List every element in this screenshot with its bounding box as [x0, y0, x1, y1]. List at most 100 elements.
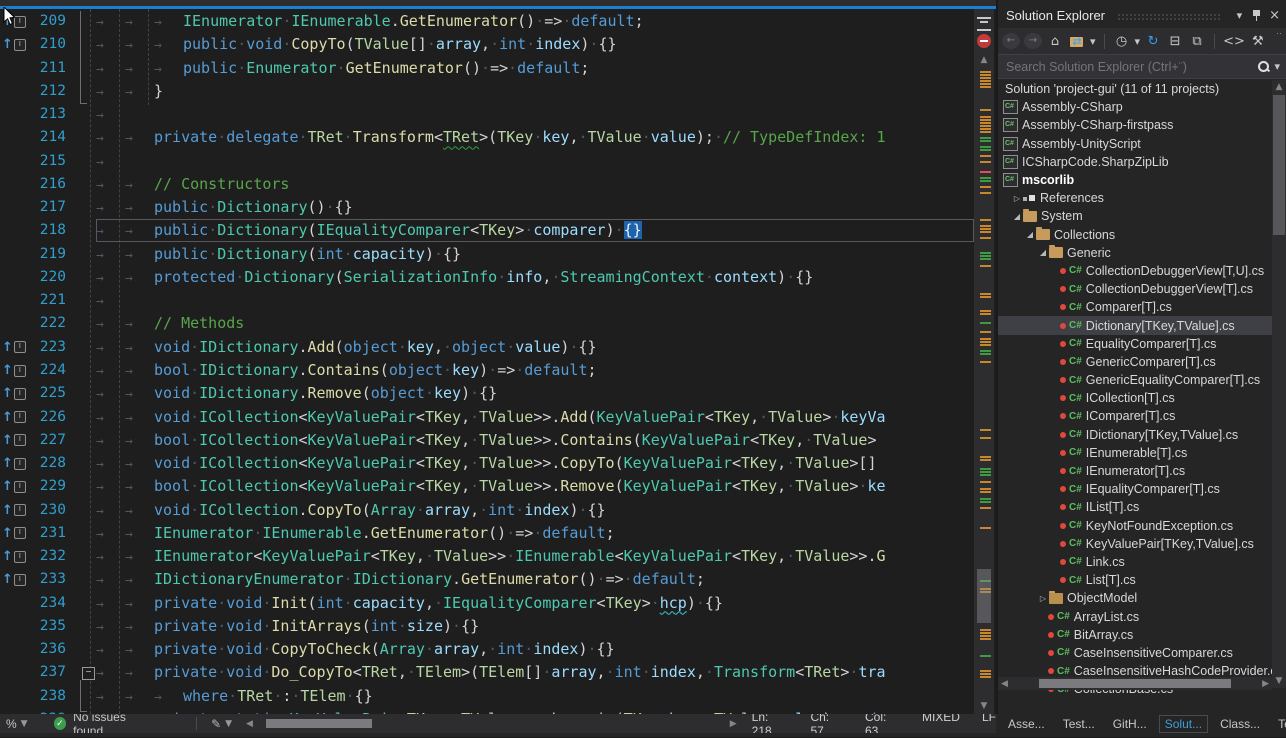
scroll-right-arrow-icon[interactable]: ▶ [730, 719, 737, 729]
panel-tab-solut[interactable]: Solut... [1159, 715, 1208, 733]
collapse-arrow-icon[interactable]: ◢ [1037, 248, 1049, 257]
code-line-216[interactable]: 216→→// Constructors [0, 173, 996, 196]
code-line-214[interactable]: 214→→private·delegate·TRet·Transform<TRe… [0, 126, 996, 149]
scrollbar-track[interactable] [1011, 678, 1259, 689]
window-position-dropdown-icon[interactable]: ▾ [1237, 9, 1243, 22]
code-line-233[interactable]: ↑I233→→IDictionaryEnumerator·IDictionary… [0, 568, 996, 591]
code-line-211[interactable]: 211→→→public·Enumerator·GetEnumerator()·… [0, 57, 996, 80]
tree-item-system[interactable]: ◢System [998, 207, 1272, 225]
code-line-218[interactable]: 218→→public·Dictionary(IEqualityComparer… [0, 219, 996, 242]
pin-icon[interactable] [1252, 9, 1261, 22]
code-line-224[interactable]: ↑I224→→bool·IDictionary.Contains(object·… [0, 359, 996, 382]
scrollbar-thumb[interactable] [1273, 95, 1285, 235]
implements-glyph-icon[interactable]: ↑I [0, 429, 28, 452]
tree-item-collections[interactable]: ◢Collections [998, 226, 1272, 244]
scroll-left-arrow-icon[interactable]: ◀ [246, 719, 253, 729]
tree-item-assembly-unityscript[interactable]: Assembly-UnityScript [998, 135, 1272, 153]
tree-item-link-cs[interactable]: C#Link.cs [998, 553, 1272, 571]
tree-item-genericequalitycomparer-t-cs[interactable]: C#GenericEqualityComparer[T].cs [998, 371, 1272, 389]
tree-item-iequalitycomparer-t-cs[interactable]: C#IEqualityComparer[T].cs [998, 480, 1272, 498]
code-cleanup-icon[interactable]: ✎ [211, 717, 221, 731]
collapse-arrow-icon[interactable]: ◢ [1024, 230, 1036, 239]
code-line-232[interactable]: ↑I232→→IEnumerator<KeyValuePair<TKey,·TV… [0, 545, 996, 568]
code-line-225[interactable]: ↑I225→→void·IDictionary.Remove(object·ke… [0, 382, 996, 405]
tree-item-ienumerable-t-cs[interactable]: C#IEnumerable[T].cs [998, 444, 1272, 462]
implements-glyph-icon[interactable]: ↑I [0, 336, 28, 359]
close-icon[interactable]: × [1269, 8, 1280, 23]
tree-item-icsharpcode-sharpziplib[interactable]: ICSharpCode.SharpZipLib [998, 153, 1272, 171]
implements-glyph-icon[interactable]: ↑I [0, 475, 28, 498]
pending-changes-filter-caret-icon[interactable]: ▾ [1135, 35, 1141, 48]
splitter-grip-icon[interactable] [977, 17, 991, 31]
implements-glyph-icon[interactable]: ↑I [0, 545, 28, 568]
code-line-228[interactable]: ↑I228→→void·ICollection<KeyValuePair<TKe… [0, 452, 996, 475]
tree-item-mscorlib[interactable]: mscorlib [998, 171, 1272, 189]
tree-item-solution-project-gui-11-of-11-projects[interactable]: Solution 'project-gui' (11 of 11 project… [998, 80, 1272, 98]
forward-icon[interactable]: → [1024, 33, 1042, 49]
code-line-223[interactable]: ↑I223→→void·IDictionary.Add(object·key,·… [0, 336, 996, 359]
code-line-212[interactable]: 212→→} [0, 80, 996, 103]
tree-item-collectiondebuggerview-t-u-cs[interactable]: C#CollectionDebuggerView[T,U].cs [998, 262, 1272, 280]
scroll-up-arrow-icon[interactable]: ▲ [1272, 82, 1286, 92]
tree-item-bitarray-cs[interactable]: C#BitArray.cs [998, 626, 1272, 644]
panel-tab-test[interactable]: Test... [1057, 715, 1101, 733]
zoom-caret-icon[interactable]: ▼ [21, 719, 28, 729]
pending-changes-filter-icon[interactable]: ◷ [1113, 34, 1131, 49]
editor-vertical-scrollbar[interactable]: ▲ ▼ [974, 9, 994, 714]
tree-item-icollection-t-cs[interactable]: C#ICollection[T].cs [998, 389, 1272, 407]
collapse-all-icon[interactable]: ⊟ [1166, 34, 1184, 49]
fold-collapse-icon[interactable]: − [74, 661, 96, 684]
code-line-213[interactable]: 213→ [0, 103, 996, 126]
implements-glyph-icon[interactable]: ↑I [0, 359, 28, 382]
scrollbar-thumb[interactable] [977, 569, 991, 623]
panel-tab-class[interactable]: Class... [1214, 715, 1266, 733]
implements-glyph-icon[interactable]: ↑I [0, 382, 28, 405]
code-line-226[interactable]: ↑I226→→void·ICollection<KeyValuePair<TKe… [0, 406, 996, 429]
tree-item-icomparer-t-cs[interactable]: C#IComparer[T].cs [998, 407, 1272, 425]
search-icon[interactable] [1257, 60, 1270, 73]
tree-item-generic[interactable]: ◢Generic [998, 244, 1272, 262]
panel-tab-gith[interactable]: GitH... [1107, 715, 1153, 733]
code-line-217[interactable]: 217→→public·Dictionary()·{} [0, 196, 996, 219]
code-line-210[interactable]: ↑I210→→→public·void·CopyTo(TValue[]·arra… [0, 33, 996, 56]
sync-with-active-document-caret-icon[interactable]: ▾ [1090, 35, 1096, 48]
tree-item-list-t-cs[interactable]: C#List[T].cs [998, 571, 1272, 589]
scrollbar-thumb[interactable] [266, 719, 372, 728]
editor-body[interactable]: ↑I209→→→IEnumerator·IEnumerable.GetEnume… [0, 9, 996, 714]
panel-tab-asse[interactable]: Asse... [1002, 715, 1051, 733]
code-line-219[interactable]: 219→→public·Dictionary(int·capacity)·{} [0, 243, 996, 266]
code-line-221[interactable]: 221→ [0, 289, 996, 312]
code-line-235[interactable]: 235→→private·void·InitArrays(int·size)·{… [0, 615, 996, 638]
tree-item-ienumerator-t-cs[interactable]: C#IEnumerator[T].cs [998, 462, 1272, 480]
editor-horizontal-scrollbar[interactable] [264, 718, 727, 729]
show-all-files-icon[interactable]: ⧉ [1188, 34, 1206, 49]
tree-item-idictionary-tkey-tvalue-cs[interactable]: C#IDictionary[TKey,TValue].cs [998, 426, 1272, 444]
scroll-left-arrow-icon[interactable]: ◀ [1001, 679, 1008, 689]
tree-item-dictionary-tkey-tvalue-cs[interactable]: C#Dictionary[TKey,TValue].cs [998, 316, 1272, 334]
refresh-icon[interactable]: ↻ [1144, 34, 1162, 49]
panel-tab-tea[interactable]: Tea... [1272, 715, 1286, 733]
implements-glyph-icon[interactable]: ↑I [0, 568, 28, 591]
scroll-down-arrow-icon[interactable]: ▼ [1272, 676, 1286, 686]
code-cleanup-caret-icon[interactable]: ▼ [225, 719, 232, 729]
search-box[interactable]: ▾ [998, 54, 1286, 79]
implements-glyph-icon[interactable]: ↑I [0, 406, 28, 429]
scroll-up-arrow-icon[interactable]: ▲ [974, 55, 994, 65]
back-icon[interactable]: ← [1002, 33, 1020, 49]
home-icon[interactable]: ⌂ [1046, 34, 1064, 49]
collapse-arrow-icon[interactable]: ◢ [1011, 212, 1023, 221]
properties-icon[interactable]: ⚒ [1249, 34, 1267, 49]
code-line-231[interactable]: ↑I231→→IEnumerator·IEnumerable.GetEnumer… [0, 522, 996, 545]
code-line-220[interactable]: 220→→protected·Dictionary(SerializationI… [0, 266, 996, 289]
scroll-right-arrow-icon[interactable]: ▶ [1262, 679, 1269, 689]
toolbar-overflow-icon[interactable]: ·· [1276, 28, 1282, 38]
code-line-227[interactable]: ↑I227→→bool·ICollection<KeyValuePair<TKe… [0, 429, 996, 452]
scrollbar-thumb[interactable] [1039, 679, 1231, 688]
search-input[interactable] [1004, 59, 1255, 75]
tree-item-ilist-t-cs[interactable]: C#IList[T].cs [998, 498, 1272, 516]
implements-glyph-icon[interactable]: ↑I [0, 33, 28, 56]
sync-with-active-document-icon[interactable]: ⇄ [1068, 34, 1086, 49]
code-line-236[interactable]: 236→→private·void·CopyToCheck(Array·arra… [0, 638, 996, 661]
panel-title-bar[interactable]: Solution Explorer ▾ × [998, 0, 1286, 28]
tree-item-references[interactable]: ▷References [998, 189, 1272, 207]
